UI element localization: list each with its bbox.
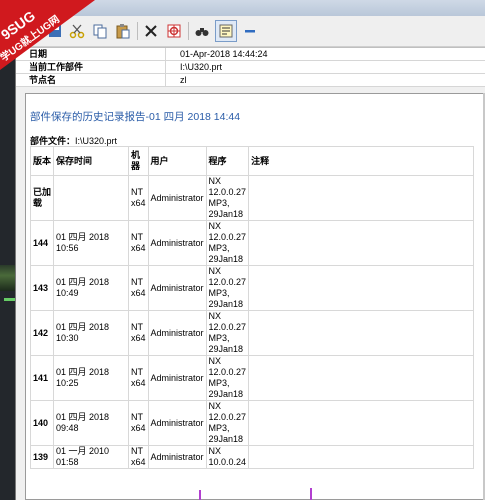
cell-time <box>53 175 129 221</box>
cell-user: Administrator <box>147 445 207 469</box>
cell-note <box>248 265 475 311</box>
cell-machine: NT x64 <box>128 445 149 469</box>
file-value: I:\U320.prt <box>75 136 118 146</box>
cell-user: Administrator <box>147 400 207 446</box>
cell-program: NX 12.0.0.27 MP3, 29Jan18 <box>205 175 250 221</box>
collapse-icon[interactable] <box>239 20 261 42</box>
report-title: 部件保存的历史记录报告-01 四月 2018 14:44 <box>30 111 241 123</box>
cell-user: Administrator <box>147 265 207 311</box>
info-window: 日期 01-Apr-2018 14:44:24 当前工作部件 I:\U320.p… <box>15 0 485 500</box>
cell-note <box>248 445 475 469</box>
viewport-edge-line <box>199 490 201 500</box>
cell-machine: NT x64 <box>128 310 149 356</box>
cell-note <box>248 355 475 401</box>
cell-time: 01 四月 2018 10:30 <box>53 310 129 356</box>
target-icon[interactable] <box>163 20 185 42</box>
cell-version: 139 <box>30 445 54 469</box>
property-value: zl <box>180 75 187 85</box>
cell-version: 142 <box>30 310 54 356</box>
file-label: 部件文件： <box>30 136 76 146</box>
col-version: 版本 <box>30 146 54 176</box>
property-row-node: 节点名 zl <box>16 74 485 87</box>
col-save-time: 保存时间 <box>53 146 129 176</box>
cell-note <box>248 175 475 221</box>
history-table: 版本 保存时间 机器 用户 程序 注释 已加载 NT x64 Administr… <box>30 146 475 469</box>
cell-version: 144 <box>30 220 54 266</box>
col-note: 注释 <box>248 146 475 176</box>
cell-time: 01 四月 2018 10:49 <box>53 265 129 311</box>
cell-program: NX 12.0.0.27 MP3, 29Jan18 <box>205 355 250 401</box>
col-machine: 机器 <box>128 146 149 176</box>
cell-machine: NT x64 <box>128 355 149 401</box>
cell-time: 01 四月 2018 10:25 <box>53 355 129 401</box>
binoculars-icon[interactable] <box>191 20 213 42</box>
cell-version: 已加载 <box>30 175 54 221</box>
cell-user: Administrator <box>147 310 207 356</box>
viewport-edge-line <box>310 488 312 500</box>
cell-time: 01 四月 2018 09:48 <box>53 400 129 446</box>
cell-machine: NT x64 <box>128 175 149 221</box>
table-row: 已加载 NT x64 Administrator NX 12.0.0.27 MP… <box>30 175 475 221</box>
table-row: 140 01 四月 2018 09:48 NT x64 Administrato… <box>30 400 475 446</box>
cell-user: Administrator <box>147 355 207 401</box>
cell-user: Administrator <box>147 175 207 221</box>
delete-icon[interactable] <box>140 20 162 42</box>
cell-user: Administrator <box>147 220 207 266</box>
cell-version: 141 <box>30 355 54 401</box>
table-row: 143 01 四月 2018 10:49 NT x64 Administrato… <box>30 265 475 311</box>
wrap-text-icon[interactable] <box>215 20 237 42</box>
cell-program: NX 12.0.0.27 MP3, 29Jan18 <box>205 310 250 356</box>
table-header: 版本 保存时间 机器 用户 程序 注释 <box>30 146 475 176</box>
property-key: 节点名 <box>16 74 166 86</box>
cell-machine: NT x64 <box>128 220 149 266</box>
cell-note <box>248 400 475 446</box>
table-row: 142 01 四月 2018 10:30 NT x64 Administrato… <box>30 310 475 356</box>
cell-program: NX 12.0.0.27 MP3, 29Jan18 <box>205 220 250 266</box>
cell-program: NX 12.0.0.27 MP3, 29Jan18 <box>205 400 250 446</box>
cell-program: NX 12.0.0.27 MP3, 29Jan18 <box>205 265 250 311</box>
cell-note <box>248 220 475 266</box>
table-row: 141 01 四月 2018 10:25 NT x64 Administrato… <box>30 355 475 401</box>
cell-machine: NT x64 <box>128 400 149 446</box>
cell-time: 01 四月 2018 10:56 <box>53 220 129 266</box>
cell-program: NX 10.0.0.24 <box>205 445 250 469</box>
cell-machine: NT x64 <box>128 265 149 311</box>
cell-note <box>248 310 475 356</box>
cell-version: 140 <box>30 400 54 446</box>
col-program: 程序 <box>205 146 250 176</box>
property-value: I:\U320.prt <box>180 62 223 72</box>
table-row: 144 01 四月 2018 10:56 NT x64 Administrato… <box>30 220 475 266</box>
property-value: 01-Apr-2018 14:44:24 <box>180 49 268 59</box>
table-row: 139 01 一月 2010 01:58 NT x64 Administrato… <box>30 445 475 469</box>
paste-icon[interactable] <box>112 20 134 42</box>
cell-time: 01 一月 2010 01:58 <box>53 445 129 469</box>
watermark-logo: 9SUG 学UG就上UG网 <box>0 0 95 70</box>
col-user: 用户 <box>147 146 207 176</box>
history-report-panel[interactable]: 部件保存的历史记录报告-01 四月 2018 14:44 部件文件：I:\U32… <box>25 93 485 500</box>
cell-version: 143 <box>30 265 54 311</box>
